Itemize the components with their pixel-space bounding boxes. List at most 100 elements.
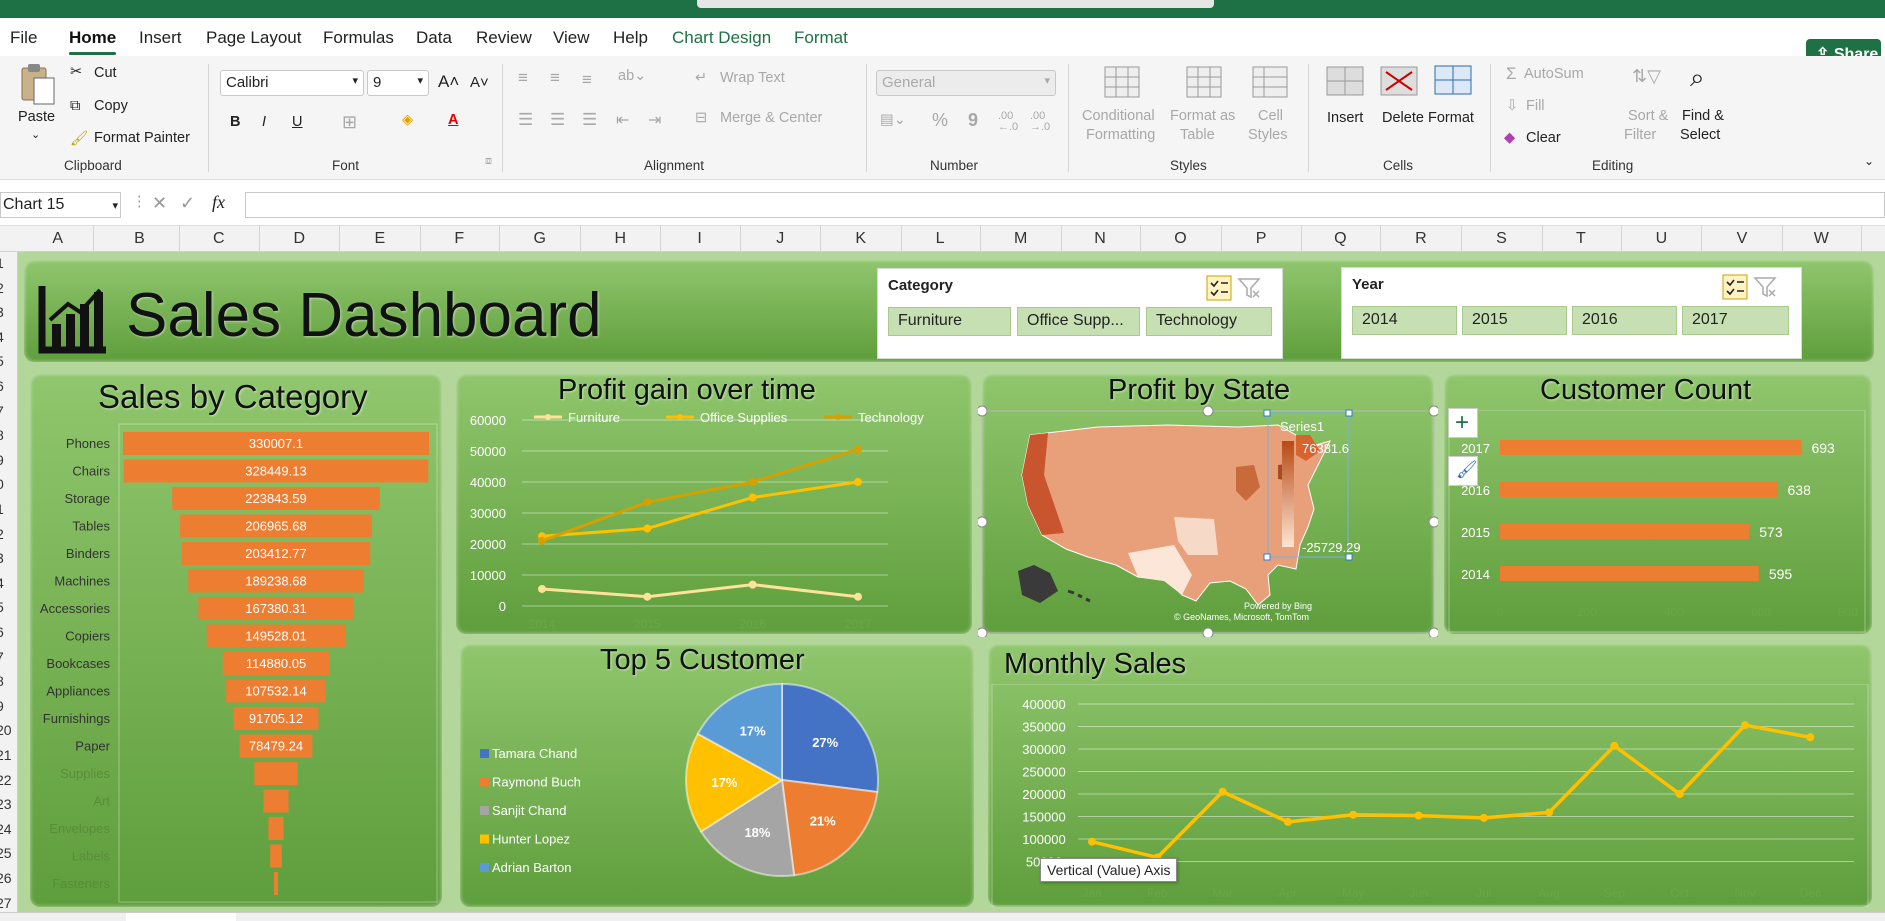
percent-button[interactable]: % [932,110,948,131]
row-headers: 12345678901234567892021222324252627 [0,252,18,921]
menu-insert[interactable]: Insert [139,28,182,48]
slicer-item-2017[interactable]: 2017 [1682,306,1789,335]
paste-button[interactable]: Paste [18,109,55,125]
bold-button[interactable]: B [230,114,240,130]
insert-cells-button[interactable]: Insert [1327,110,1363,126]
sales-by-category-chart[interactable]: Phones 330007.1 Chairs 328449.13 Storage 2238… [30,422,442,907]
column-header-a: A [52,230,64,247]
slicer-item-office-supplies[interactable]: Office Supp... [1017,307,1140,336]
align-bottom-icon[interactable]: ≡ [582,70,592,90]
merge-center-button[interactable]: Merge & Center [720,110,822,126]
map-legend-gradient [1282,441,1294,547]
clear-filter-icon[interactable] [1752,274,1778,300]
copy-button[interactable]: Copy [94,98,128,114]
align-right-icon[interactable]: ☰ [582,110,597,130]
menu-help[interactable]: Help [613,28,648,48]
font-color-icon[interactable]: A [448,112,458,128]
menu-formulas[interactable]: Formulas [323,28,394,48]
chevron-down-icon: ▾ [112,200,118,212]
clear-filter-icon[interactable] [1236,275,1262,301]
top5-customer-chart[interactable]: 27% Tamara Chand 21% Raymond Buch 18% Sanjit … [460,680,974,907]
cancel-icon[interactable]: ✕ [152,193,167,214]
profit-gain-chart[interactable]: 60000 50000 40000 30000 20000 10000 0 2014 2015 2… [456,410,972,634]
x-tick-label: Mar [1212,886,1233,900]
name-box[interactable]: Chart 15 ▾ [0,192,121,218]
autosum-button[interactable]: AutoSum [1524,66,1584,82]
decrease-decimal-button[interactable]: .00 →.0 [1030,111,1056,133]
format-painter-button[interactable]: Format Painter [94,130,190,146]
font-size-select[interactable]: 9 ▾ [367,70,429,96]
chart-styles-button[interactable]: 🖌 [1448,456,1478,486]
conditional-formatting-button[interactable]: Conditional [1082,108,1155,124]
borders-icon[interactable]: ⊞ [342,112,357,133]
data-label: 638 [1788,482,1812,498]
fill-color-icon[interactable]: ◈ [402,112,413,128]
menu-format[interactable]: Format [794,28,848,48]
orientation-icon[interactable]: ab⌄ [618,68,646,84]
multi-select-icon[interactable] [1206,275,1232,301]
italic-button[interactable]: I [262,114,266,130]
increase-decimal-button[interactable]: .00 ←.0 [998,111,1024,133]
data-label: 189238.68 [245,574,306,589]
legend-swatch [480,749,489,758]
row-header: 4 [0,575,4,591]
menu-chart-design[interactable]: Chart Design [672,28,771,48]
menu-file[interactable]: File [10,28,37,48]
shrink-font-icon[interactable]: A˅ [470,74,489,91]
profit-by-state-title: Profit by State [1108,374,1291,406]
menu-page-layout[interactable]: Page Layout [206,28,301,48]
decrease-indent-icon[interactable]: ⇤ [616,110,629,130]
grow-font-icon[interactable]: A˄ [438,72,459,92]
sheet-tab-active[interactable] [126,913,236,921]
data-point [1218,787,1227,796]
format-as-table-button[interactable]: Format as [1170,108,1235,124]
align-top-icon[interactable]: ≡ [518,68,528,88]
merge-icon: ⊟ [695,110,708,126]
formula-input[interactable] [245,192,1885,218]
search-box[interactable] [697,0,1214,8]
map-legend-min: -25729.29 [1302,540,1361,555]
column-header-l: L [935,230,945,247]
slicer-item-2014[interactable]: 2014 [1352,306,1457,335]
delete-cells-button[interactable]: Delete [1382,110,1424,126]
enter-icon[interactable]: ✓ [180,193,195,214]
insert-function-button[interactable]: fx [212,192,225,213]
underline-button[interactable]: U [292,114,302,130]
customer-count-chart[interactable]: 2017 6932016 6382015 5732014 5950 200 400 600 80… [1444,410,1872,634]
slicer-item-2015[interactable]: 2015 [1462,306,1567,335]
sort-filter-button[interactable]: Sort & [1628,108,1668,124]
cut-button[interactable]: Cut [94,65,117,81]
format-cells-button[interactable]: Format [1428,110,1474,126]
increase-indent-icon[interactable]: ⇥ [648,110,661,130]
paste-dropdown-icon[interactable]: ⌄ [31,128,40,141]
x-tick-label: 800 [1838,605,1858,619]
comma-style-button[interactable]: 9 [968,110,978,131]
align-middle-icon[interactable]: ≡ [550,68,560,88]
menu-data[interactable]: Data [416,28,452,48]
font-dialog-launcher-icon[interactable]: ⧈ [485,155,492,168]
font-name-select[interactable]: Calibri ▾ [220,70,364,96]
cell-styles-button[interactable]: Cell [1258,108,1283,124]
data-point [1479,813,1488,822]
format-painter-icon: 🖌 [70,131,89,147]
slicer-item-technology[interactable]: Technology [1146,307,1272,336]
clear-button[interactable]: Clear [1526,130,1561,146]
fill-button[interactable]: Fill [1526,98,1545,114]
accounting-format-icon[interactable]: ▤⌄ [880,112,906,128]
profit-by-state-chart[interactable]: Series1 76381.6 -25729.29 Powered by Bin… [978,405,1438,637]
slicer-item-furniture[interactable]: Furniture [888,307,1011,336]
row-header: 24 [0,820,12,837]
menu-review[interactable]: Review [476,28,532,48]
chart-elements-button[interactable]: + [1448,408,1478,438]
x-tick-label: Feb [1147,886,1168,900]
slicer-item-2016[interactable]: 2016 [1572,306,1677,335]
align-left-icon[interactable]: ☰ [518,110,533,130]
number-format-select[interactable]: General ▾ [876,70,1056,96]
menu-home[interactable]: Home [69,28,117,55]
align-center-icon[interactable]: ☰ [550,110,565,130]
wrap-text-button[interactable]: Wrap Text [720,70,785,86]
collapse-ribbon-icon[interactable]: ⌄ [1864,154,1874,168]
menu-view[interactable]: View [553,28,590,48]
find-select-button[interactable]: Find & [1682,108,1724,124]
multi-select-icon[interactable] [1722,274,1748,300]
